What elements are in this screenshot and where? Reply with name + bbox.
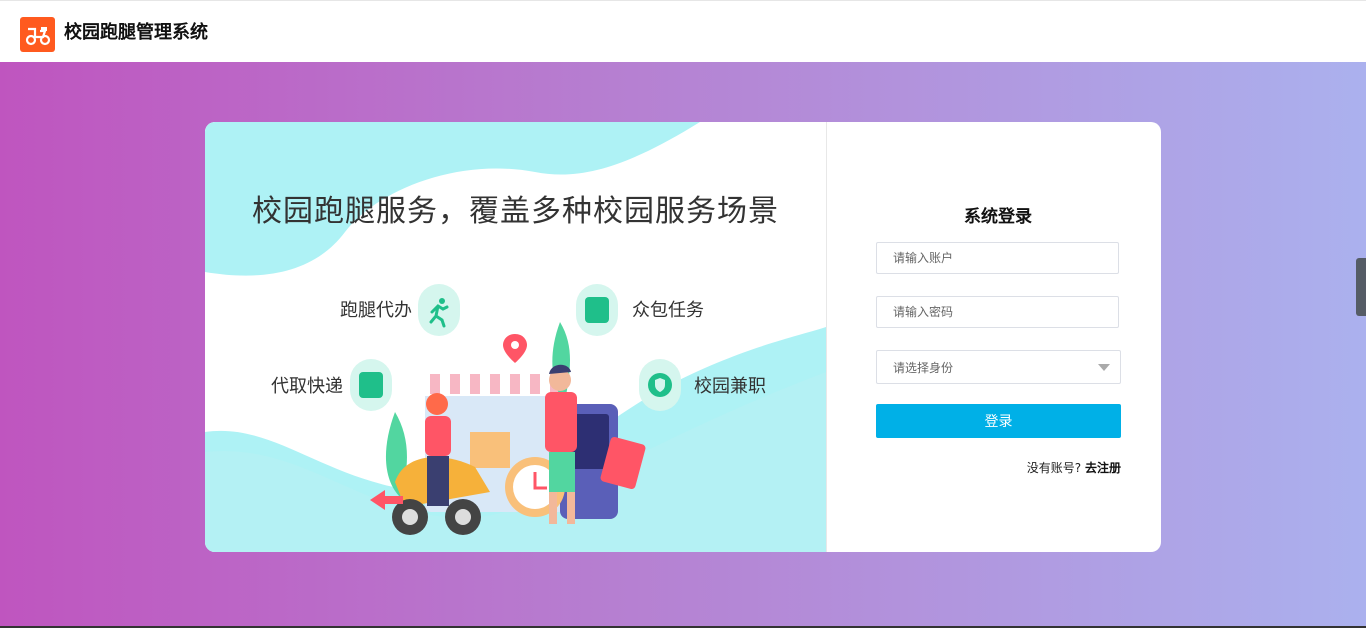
role-select-placeholder: 请选择身份 <box>893 361 954 375</box>
illustration-panel: 校园跑腿服务，覆盖多种校园服务场景 跑腿代办 众包任务 代取快递 校园兼职 <box>205 122 826 552</box>
illustration-headline: 校园跑腿服务，覆盖多种校园服务场景 <box>252 194 779 229</box>
running-person-icon <box>418 284 460 336</box>
role-select[interactable]: 请选择身份 <box>876 350 1121 384</box>
document-list-icon <box>576 284 618 336</box>
side-scroll-handle[interactable] <box>1356 258 1366 316</box>
account-input[interactable] <box>876 242 1119 274</box>
register-link[interactable]: 去注册 <box>1085 461 1121 475</box>
password-input[interactable] <box>876 296 1119 328</box>
app-logo-icon <box>20 17 55 52</box>
feature-label-errand: 跑腿代办 <box>340 300 412 321</box>
feature-label-parttime: 校园兼职 <box>694 376 766 397</box>
login-button[interactable]: 登录 <box>876 404 1121 438</box>
package-box-icon <box>350 359 392 411</box>
no-account-text: 没有账号? <box>1026 461 1082 475</box>
feature-label-express: 代取快递 <box>271 376 343 397</box>
panel-divider <box>826 122 827 552</box>
login-card: 校园跑腿服务，覆盖多种校园服务场景 跑腿代办 众包任务 代取快递 校园兼职 系统… <box>205 122 1161 552</box>
app-title: 校园跑腿管理系统 <box>64 22 208 43</box>
shield-badge-icon <box>639 359 681 411</box>
feature-label-crowdsourcing: 众包任务 <box>632 300 704 321</box>
register-prompt: 没有账号? 去注册 <box>876 459 1121 476</box>
chevron-down-icon <box>1098 364 1110 371</box>
top-bar: 校园跑腿管理系统 <box>0 0 1366 62</box>
login-title: 系统登录 <box>964 207 1032 227</box>
